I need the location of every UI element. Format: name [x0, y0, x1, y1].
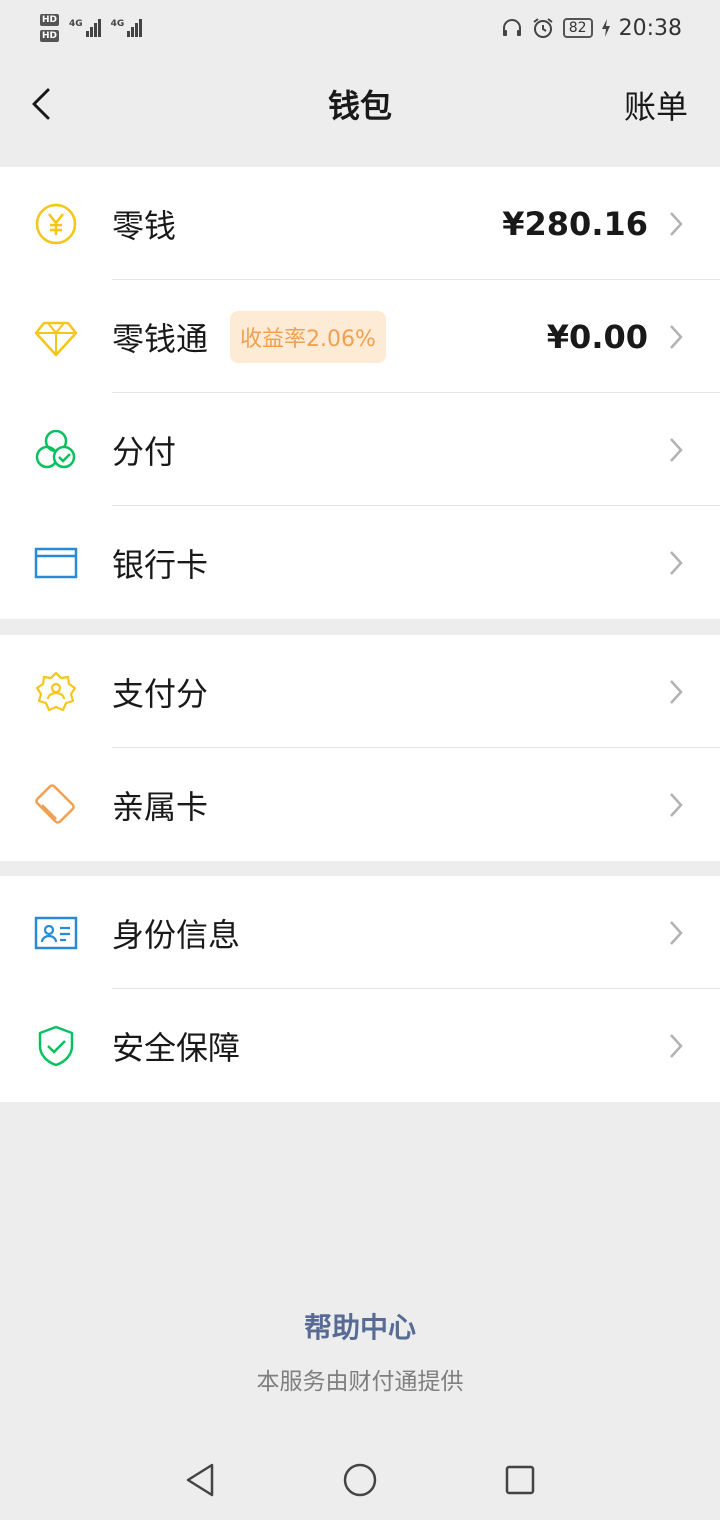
shield-check-icon	[38, 1025, 74, 1066]
row-security[interactable]: 安全保障	[0, 989, 720, 1102]
row-label: 零钱通	[112, 319, 209, 358]
row-bank-card[interactable]: 银行卡	[0, 506, 720, 619]
diamond-icon	[34, 321, 78, 356]
balance-value: ¥280.16	[502, 204, 648, 243]
battery-level: 82	[562, 18, 593, 38]
system-nav-bar	[0, 1440, 720, 1520]
yuan-coin-icon	[35, 203, 77, 244]
row-fenfu[interactable]: 分付	[0, 393, 720, 506]
back-icon[interactable]	[24, 82, 64, 126]
wallet-group-2: 支付分 亲属卡	[0, 635, 720, 861]
headphone-icon	[502, 19, 521, 36]
row-label: 银行卡	[112, 545, 209, 584]
row-lingqiantong[interactable]: 零钱通 收益率2.06% ¥0.00	[0, 280, 720, 393]
row-payment-score[interactable]: 支付分	[0, 635, 720, 748]
signal-icon-2: 4G	[111, 19, 143, 37]
chevron-right-icon	[670, 1033, 683, 1058]
row-label: 支付分	[112, 674, 209, 713]
network-type-2: 4G	[110, 19, 125, 29]
chevron-right-icon	[670, 550, 683, 575]
chevron-right-icon	[670, 324, 683, 349]
lingqiantong-value: ¥0.00	[546, 317, 648, 356]
signal-icon-1: 4G	[69, 19, 101, 37]
network-type-1: 4G	[69, 19, 83, 29]
wallet-group-3: 身份信息 安全保障	[0, 876, 720, 1102]
wallet-group-1: 零钱 ¥280.16 零钱通 收益率2.06% ¥0.00 分付 银行卡	[0, 167, 720, 619]
score-badge-icon	[35, 671, 77, 711]
row-label: 身份信息	[112, 915, 241, 954]
chevron-right-icon	[670, 792, 683, 817]
nav-back-icon[interactable]	[184, 1462, 216, 1498]
nav-bar: 钱包 账单	[0, 56, 720, 152]
alarm-icon	[533, 18, 553, 38]
row-label: 亲属卡	[112, 787, 209, 826]
status-left: HD HD 4G 4G	[40, 14, 143, 42]
chevron-right-icon	[670, 920, 683, 945]
charging-icon	[601, 19, 610, 37]
row-change[interactable]: 零钱 ¥280.16	[0, 167, 720, 280]
help-center-link[interactable]: 帮助中心	[0, 1306, 720, 1346]
row-family-card[interactable]: 亲属卡	[0, 748, 720, 861]
fenfu-circles-icon	[35, 429, 76, 468]
page-title: 钱包	[327, 87, 392, 125]
chevron-right-icon	[670, 211, 683, 236]
row-label: 零钱	[112, 206, 177, 245]
family-card-icon	[35, 783, 75, 824]
nav-recents-icon[interactable]	[504, 1464, 536, 1496]
row-label: 分付	[112, 432, 177, 471]
chevron-right-icon	[670, 679, 683, 704]
hd-indicator-1: HD	[40, 14, 60, 26]
chevron-right-icon	[670, 437, 683, 462]
row-identity[interactable]: 身份信息	[0, 876, 720, 989]
provider-note: 本服务由财付通提供	[256, 1369, 464, 1395]
hd-indicator-2: HD	[40, 30, 60, 42]
status-right: 82 20:38	[501, 16, 682, 41]
row-label: 安全保障	[112, 1028, 241, 1067]
nav-home-icon[interactable]	[342, 1462, 378, 1498]
id-card-icon	[34, 916, 78, 949]
clock: 20:38	[618, 15, 682, 41]
bank-card-icon	[34, 547, 78, 578]
yield-badge: 收益率2.06%	[230, 310, 386, 363]
bill-button[interactable]: 账单	[624, 82, 688, 128]
status-bar: HD HD 4G 4G 82 20:38	[0, 0, 720, 56]
